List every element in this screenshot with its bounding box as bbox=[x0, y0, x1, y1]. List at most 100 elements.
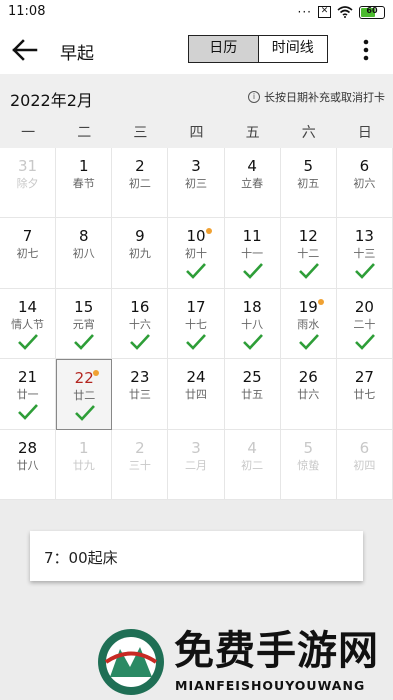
calendar-day[interactable]: 5 初五 bbox=[280, 148, 337, 219]
day-number: 4 bbox=[247, 438, 257, 457]
checkmark-icon bbox=[242, 333, 263, 350]
lunar-label: 十三 bbox=[353, 247, 376, 261]
calendar-day[interactable]: 3 初三 bbox=[168, 148, 225, 219]
lunar-label: 初四 bbox=[353, 458, 376, 472]
lunar-label: 十六 bbox=[128, 317, 151, 331]
calendar-day[interactable]: 9 初九 bbox=[112, 218, 169, 289]
day-number: 6 bbox=[359, 438, 370, 457]
lunar-label: 二十 bbox=[353, 317, 376, 331]
checkmark-icon bbox=[18, 333, 38, 350]
calendar-day[interactable]: 8 初八 bbox=[56, 218, 113, 289]
day-number: 10 bbox=[186, 227, 206, 246]
watermark-logo-icon bbox=[98, 629, 164, 695]
calendar-day[interactable]: 23 廿三 bbox=[112, 359, 169, 430]
lunar-label: 二月 bbox=[184, 458, 207, 472]
checkmark-icon bbox=[186, 333, 207, 350]
checkmark-icon bbox=[186, 263, 207, 280]
lunar-label: 初八 bbox=[72, 247, 95, 261]
tab-timeline[interactable]: 时间线 bbox=[259, 36, 328, 62]
day-number: 24 bbox=[186, 368, 206, 387]
day-number: 14 bbox=[18, 297, 38, 316]
checkmark-icon bbox=[75, 405, 96, 422]
checkmark-icon bbox=[242, 263, 263, 280]
weekday-label: 二 bbox=[77, 125, 92, 141]
calendar-day[interactable]: 18 十八 bbox=[224, 288, 281, 360]
lunar-label: 廿二 bbox=[73, 389, 96, 403]
weekday-header: 一 二 三 四 五 六 日 bbox=[0, 118, 393, 148]
weekday-label: 六 bbox=[301, 125, 316, 141]
checkmark-icon bbox=[354, 263, 375, 280]
note-card[interactable]: 7：00起床 bbox=[30, 531, 363, 581]
month-label[interactable]: 2022年2月 bbox=[10, 87, 93, 111]
calendar-day[interactable]: 24 廿四 bbox=[168, 359, 225, 430]
calendar-day[interactable]: 26 廿六 bbox=[280, 359, 337, 430]
back-button[interactable] bbox=[10, 36, 40, 64]
calendar-day[interactable]: 31 除夕 bbox=[0, 148, 57, 219]
status-icons: ··· ✕ 60 bbox=[298, 5, 385, 19]
calendar-day[interactable]: 1 春节 bbox=[56, 148, 113, 219]
day-number: 9 bbox=[135, 227, 145, 246]
day-number: 5 bbox=[303, 438, 314, 457]
lunar-label: 三十 bbox=[128, 458, 151, 472]
day-number: 12 bbox=[298, 227, 318, 246]
calendar-day[interactable]: 6 初四 bbox=[336, 429, 393, 500]
weekday-label: 日 bbox=[357, 125, 372, 141]
calendar-day[interactable]: 6 初六 bbox=[336, 148, 393, 219]
calendar-day[interactable]: 17 十七 bbox=[168, 288, 225, 360]
calendar-day[interactable]: 25 廿五 bbox=[224, 359, 281, 430]
view-switcher: 日历 时间线 bbox=[188, 35, 328, 63]
tab-calendar[interactable]: 日历 bbox=[189, 36, 259, 62]
status-bar: 11:08 ··· ✕ 60 bbox=[0, 0, 393, 26]
calendar-day[interactable]: 21 廿一 bbox=[0, 359, 57, 430]
calendar-day[interactable]: 28 廿八 bbox=[0, 429, 57, 500]
calendar-day[interactable]: 27 廿七 bbox=[336, 359, 393, 430]
calendar-day[interactable]: 3 二月 bbox=[168, 429, 225, 500]
day-number: 20 bbox=[354, 297, 374, 316]
watermark-title: 免费手游网 bbox=[174, 628, 379, 674]
day-number: 1 bbox=[78, 157, 89, 175]
lunar-label: 初二 bbox=[241, 458, 264, 472]
day-number: 16 bbox=[130, 297, 150, 316]
calendar-day[interactable]: 5 惊蛰 bbox=[280, 429, 337, 500]
lunar-label: 廿四 bbox=[184, 388, 207, 402]
calendar-day[interactable]: 10 初十 bbox=[168, 218, 225, 289]
lunar-label: 雨水 bbox=[297, 317, 320, 331]
calendar-day[interactable]: 16 十六 bbox=[112, 288, 169, 360]
lunar-label: 廿九 bbox=[72, 458, 95, 472]
calendar-day[interactable]: 2 初二 bbox=[112, 148, 169, 219]
calendar-day[interactable]: 13 十三 bbox=[336, 218, 393, 289]
lunar-label: 廿八 bbox=[16, 458, 39, 472]
day-number: 6 bbox=[359, 157, 370, 175]
checkmark-icon bbox=[298, 333, 319, 350]
lunar-label: 惊蛰 bbox=[297, 458, 320, 472]
lunar-label: 春节 bbox=[72, 177, 95, 190]
calendar-day[interactable]: 14 情人节 bbox=[0, 288, 57, 360]
calendar-day[interactable]: 20 二十 bbox=[336, 288, 393, 360]
lunar-label: 廿五 bbox=[241, 388, 264, 402]
wifi-icon bbox=[337, 6, 353, 18]
checkmark-icon bbox=[18, 404, 38, 421]
calendar-day[interactable]: 2 三十 bbox=[112, 429, 169, 500]
calendar-day-today[interactable]: 22 廿二 bbox=[56, 359, 113, 430]
calendar-day[interactable]: 19 雨水 bbox=[280, 288, 337, 360]
day-number: 26 bbox=[298, 368, 318, 387]
more-menu-button[interactable] bbox=[356, 38, 376, 62]
day-number: 13 bbox=[354, 227, 374, 246]
notification-box-icon: ✕ bbox=[318, 6, 331, 18]
day-number: 3 bbox=[191, 157, 201, 175]
lunar-label: 立春 bbox=[241, 177, 264, 190]
calendar-day[interactable]: 4 初二 bbox=[224, 429, 281, 500]
calendar-day[interactable]: 12 十二 bbox=[280, 218, 337, 289]
day-number: 7 bbox=[22, 227, 33, 246]
note-dot-icon bbox=[205, 228, 212, 235]
more-vertical-icon bbox=[363, 39, 369, 61]
calendar-day[interactable]: 11 十一 bbox=[224, 218, 281, 289]
day-number: 25 bbox=[242, 368, 262, 387]
calendar-day[interactable]: 4 立春 bbox=[224, 148, 281, 219]
calendar-day[interactable]: 1 廿九 bbox=[56, 429, 113, 500]
day-number: 27 bbox=[354, 368, 374, 387]
calendar-day[interactable]: 15 元宵 bbox=[56, 288, 113, 360]
lunar-label: 廿七 bbox=[353, 388, 376, 402]
calendar-day[interactable]: 7 初七 bbox=[0, 218, 57, 289]
hint-text: i 长按日期补充或取消打卡 bbox=[248, 89, 385, 105]
